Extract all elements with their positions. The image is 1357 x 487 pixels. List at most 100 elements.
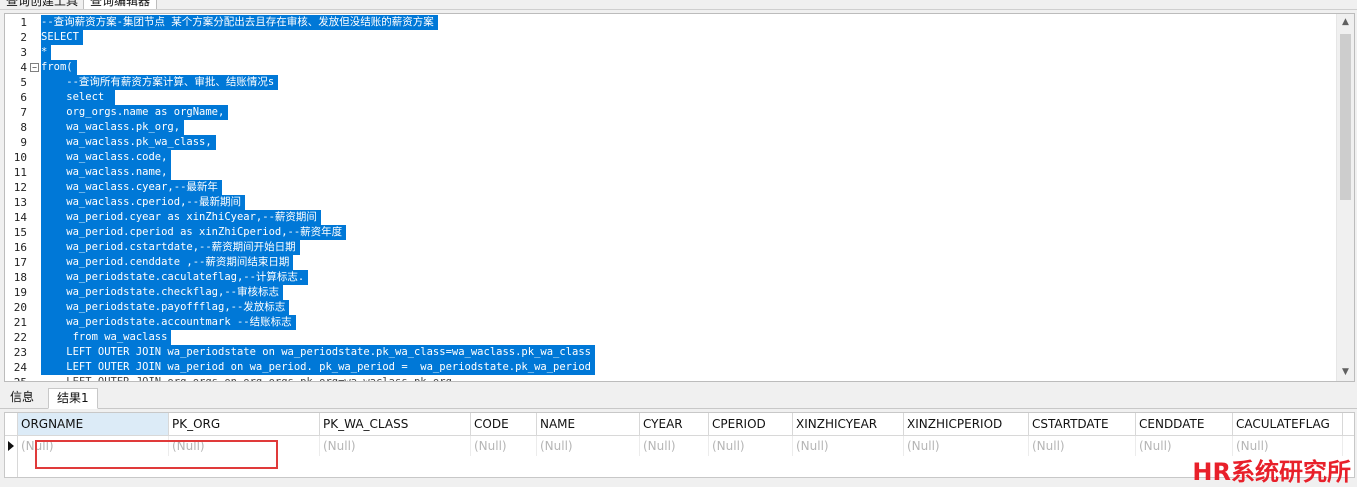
- code-text: wa_waclass.pk_wa_class,: [41, 135, 216, 150]
- column-header-xinzhicperiod[interactable]: XINZHICPERIOD: [904, 413, 1029, 435]
- code-line[interactable]: 17 wa_period.cenddate ,--薪资期间结束日期: [5, 255, 1335, 270]
- column-header-name[interactable]: NAME: [537, 413, 640, 435]
- code-line[interactable]: 23 LEFT OUTER JOIN wa_periodstate on wa_…: [5, 345, 1335, 360]
- sql-editor[interactable]: 1 --查询薪资方案-集团节点 某个方案分配出去且存在审核、发放但没结账的薪资方案…: [4, 13, 1355, 382]
- table-cell[interactable]: (Null): [320, 436, 471, 456]
- column-header-cstartdate[interactable]: CSTARTDATE: [1029, 413, 1136, 435]
- code-line[interactable]: 20 wa_periodstate.payoffflag,--发放标志: [5, 300, 1335, 315]
- line-number: 7: [20, 106, 27, 119]
- line-number: 6: [20, 91, 27, 104]
- code-line[interactable]: 24 LEFT OUTER JOIN wa_period on wa_perio…: [5, 360, 1335, 375]
- column-header-cperiod[interactable]: CPERIOD: [709, 413, 793, 435]
- code-text: wa_period.cstartdate,--薪资期间开始日期: [41, 240, 300, 255]
- line-number: 1: [20, 16, 27, 29]
- column-header-orgname[interactable]: ORGNAME: [18, 413, 169, 435]
- table-cell[interactable]: (Null): [537, 436, 640, 456]
- line-number: 5: [20, 76, 27, 89]
- line-number: 18: [13, 271, 27, 284]
- column-header-cyear[interactable]: CYEAR: [640, 413, 709, 435]
- code-text: wa_period.cperiod as xinZhiCperiod,--薪资年…: [41, 225, 347, 240]
- code-line[interactable]: 14 wa_period.cyear as xinZhiCyear,--薪资期间: [5, 210, 1335, 225]
- column-header-cenddate[interactable]: CENDDATE: [1136, 413, 1233, 435]
- code-line[interactable]: 7 org_orgs.name as orgName,: [5, 105, 1335, 120]
- line-number: 14: [13, 211, 27, 224]
- line-number: 23: [13, 346, 27, 359]
- code-text: LEFT OUTER JOIN org_orgs on org_orgs.pk_…: [41, 376, 452, 382]
- code-text: wa_periodstate.checkflag,--审核标志: [41, 285, 283, 300]
- line-number: 4: [20, 61, 27, 74]
- table-cell[interactable]: (Null): [709, 436, 793, 456]
- code-line[interactable]: 10 wa_waclass.code,: [5, 150, 1335, 165]
- table-cell[interactable]: (Null): [1029, 436, 1136, 456]
- code-text: LEFT OUTER JOIN wa_periodstate on wa_per…: [41, 345, 595, 360]
- scroll-up-arrow-icon[interactable]: ▲: [1337, 14, 1354, 31]
- code-text: wa_waclass.pk_org,: [41, 120, 185, 135]
- query-tabs: 查询创建工具 查询编辑器: [0, 0, 1357, 10]
- line-number: 22: [13, 331, 27, 344]
- tab-info[interactable]: 信息: [2, 388, 42, 407]
- scroll-down-arrow-icon[interactable]: ▼: [1337, 364, 1354, 381]
- code-line[interactable]: 21 wa_periodstate.accountmark --结账标志: [5, 315, 1335, 330]
- line-number: 13: [13, 196, 27, 209]
- line-number: 20: [13, 301, 27, 314]
- code-line[interactable]: 9 wa_waclass.pk_wa_class,: [5, 135, 1335, 150]
- column-header-caculateflag[interactable]: CACULATEFLAG: [1233, 413, 1343, 435]
- code-line[interactable]: 2 SELECT: [5, 30, 1335, 45]
- code-text: from wa_waclass: [41, 330, 172, 345]
- line-number: 8: [20, 121, 27, 134]
- scrollbar-thumb[interactable]: [1340, 34, 1351, 200]
- code-text: wa_periodstate.accountmark --结账标志: [41, 315, 296, 330]
- line-number: 9: [20, 136, 27, 149]
- line-number: 16: [13, 241, 27, 254]
- code-text: wa_period.cyear as xinZhiCyear,--薪资期间: [41, 210, 321, 225]
- table-cell[interactable]: (Null): [471, 436, 537, 456]
- code-line[interactable]: 5 --查询所有薪资方案计算、审批、结账情况s: [5, 75, 1335, 90]
- code-lines: 1 --查询薪资方案-集团节点 某个方案分配出去且存在审核、发放但没结账的薪资方案…: [5, 15, 1335, 382]
- code-text: --查询所有薪资方案计算、审批、结账情况s: [41, 75, 279, 90]
- code-line[interactable]: 25 LEFT OUTER JOIN org_orgs on org_orgs.…: [5, 375, 1335, 382]
- code-text: wa_periodstate.caculateflag,--计算标志.: [41, 270, 309, 285]
- code-line[interactable]: 16 wa_period.cstartdate,--薪资期间开始日期: [5, 240, 1335, 255]
- table-cell[interactable]: (Null): [640, 436, 709, 456]
- grid-header: ORGNAME PK_ORG PK_WA_CLASS CODE NAME CYEAR CPE…: [5, 413, 1354, 436]
- table-cell[interactable]: (Null): [904, 436, 1029, 456]
- column-header-pk_org[interactable]: PK_ORG: [169, 413, 320, 435]
- code-line[interactable]: 19 wa_periodstate.checkflag,--审核标志: [5, 285, 1335, 300]
- line-number: 12: [13, 181, 27, 194]
- code-text: wa_waclass.cyear,--最新年: [41, 180, 222, 195]
- code-text: LEFT OUTER JOIN wa_period on wa_period. …: [41, 360, 595, 375]
- watermark: HR系统研究所: [1192, 458, 1351, 486]
- code-line[interactable]: 3 *: [5, 45, 1335, 60]
- tab-query-builder[interactable]: 查询创建工具: [0, 0, 84, 9]
- code-line[interactable]: 13 wa_waclass.cperiod,--最新期间: [5, 195, 1335, 210]
- code-text: wa_waclass.cperiod,--最新期间: [41, 195, 246, 210]
- code-line[interactable]: 15 wa_period.cperiod as xinZhiCperiod,--…: [5, 225, 1335, 240]
- code-text: from(: [41, 60, 77, 75]
- code-line[interactable]: 1 --查询薪资方案-集团节点 某个方案分配出去且存在审核、发放但没结账的薪资方案: [5, 15, 1335, 30]
- line-number: 24: [13, 361, 27, 374]
- code-text: --查询薪资方案-集团节点 某个方案分配出去且存在审核、发放但没结账的薪资方案: [41, 15, 438, 30]
- column-header-pk_wa_class[interactable]: PK_WA_CLASS: [320, 413, 471, 435]
- code-text: wa_waclass.name,: [41, 165, 172, 180]
- column-header-xinzhicyear[interactable]: XINZHICYEAR: [793, 413, 904, 435]
- line-number: 21: [13, 316, 27, 329]
- current-row-pointer-icon: [8, 441, 14, 451]
- line-number: 11: [13, 166, 27, 179]
- editor-vertical-scrollbar[interactable]: ▲ ▼: [1336, 14, 1354, 381]
- code-line[interactable]: 11 wa_waclass.name,: [5, 165, 1335, 180]
- code-line[interactable]: 18 wa_periodstate.caculateflag,--计算标志.: [5, 270, 1335, 285]
- result-tabs: 信息 结果1: [0, 386, 1357, 409]
- column-header-code[interactable]: CODE: [471, 413, 537, 435]
- line-number: 19: [13, 286, 27, 299]
- code-line[interactable]: 6 select: [5, 90, 1335, 105]
- tab-result-1[interactable]: 结果1: [48, 388, 98, 409]
- code-line[interactable]: 4− from(: [5, 60, 1335, 75]
- code-line[interactable]: 22 from wa_waclass: [5, 330, 1335, 345]
- code-line[interactable]: 12 wa_waclass.cyear,--最新年: [5, 180, 1335, 195]
- tab-query-editor[interactable]: 查询编辑器: [83, 0, 158, 9]
- line-number: 2: [20, 31, 27, 44]
- line-number: 15: [13, 226, 27, 239]
- table-cell[interactable]: (Null): [793, 436, 904, 456]
- code-line[interactable]: 8 wa_waclass.pk_org,: [5, 120, 1335, 135]
- fold-toggle-icon[interactable]: −: [30, 63, 39, 72]
